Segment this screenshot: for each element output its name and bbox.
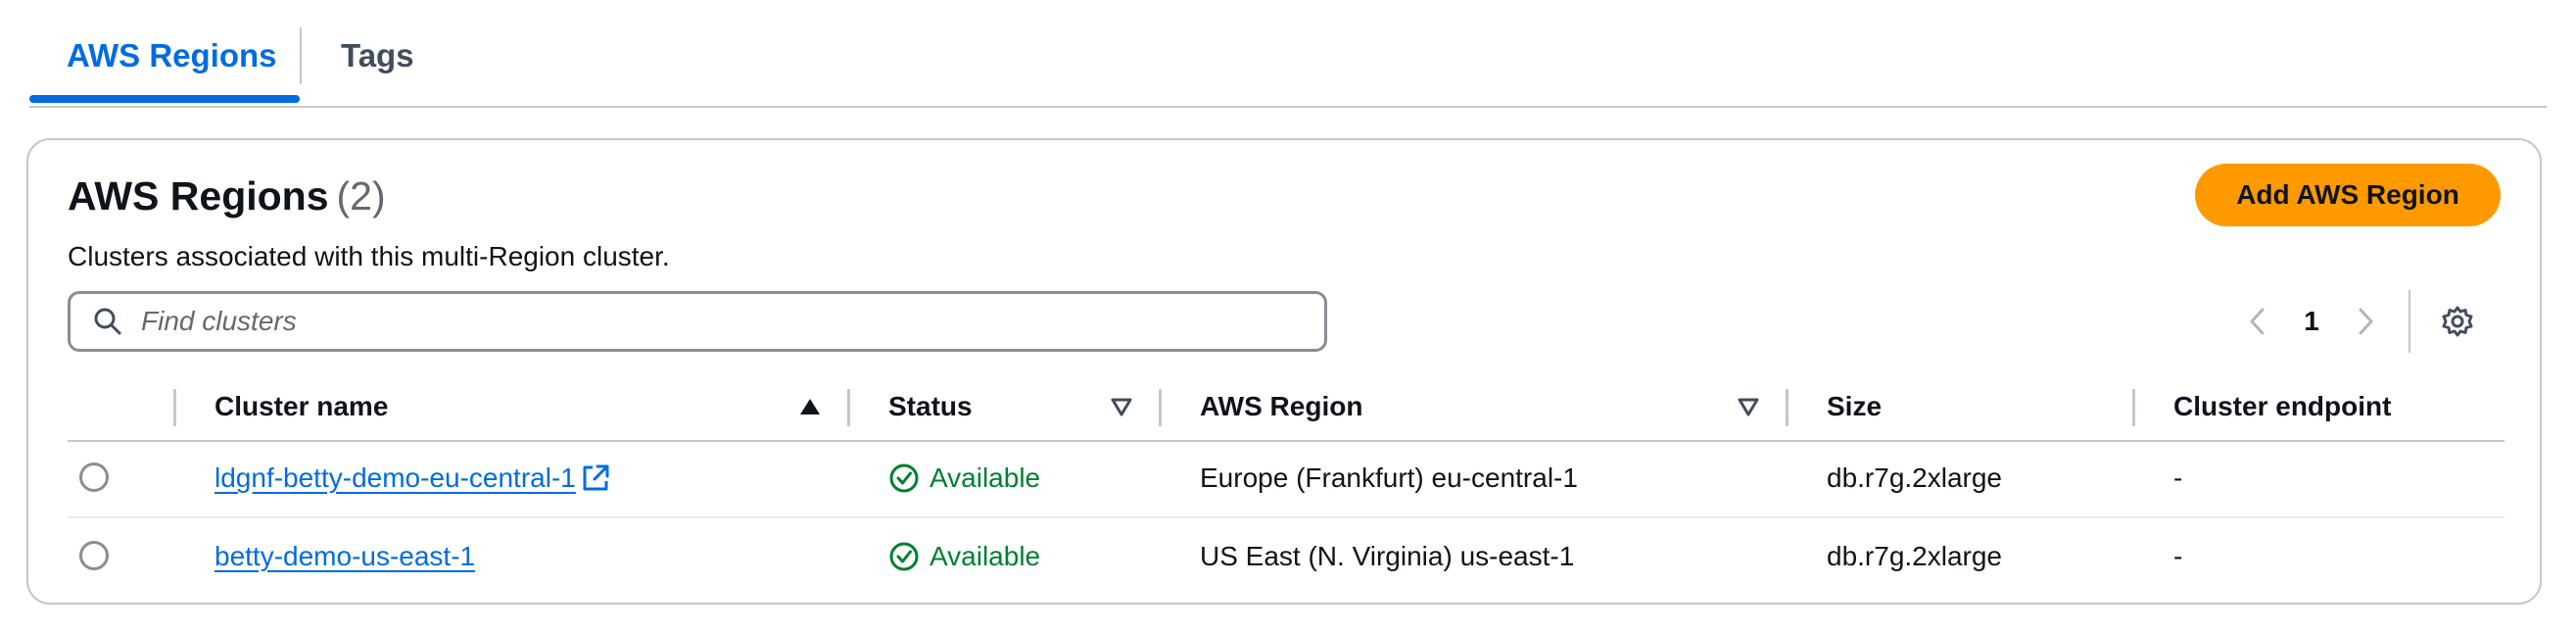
column-separator: [1786, 389, 1789, 426]
pagination: 1: [2234, 290, 2481, 353]
cluster-name-cell: betty-demo-us-east-1: [215, 518, 475, 595]
table-row: ldgnf-betty-demo-eu-central-1 Available …: [68, 440, 2504, 518]
sort-icon[interactable]: [1110, 395, 1133, 418]
table-row: betty-demo-us-east-1 Available US East (…: [68, 518, 2504, 595]
column-header-aws-region[interactable]: AWS Region: [1200, 373, 1362, 440]
next-page-button[interactable]: [2342, 298, 2389, 345]
search-input[interactable]: [139, 305, 1269, 338]
column-separator: [847, 389, 850, 426]
endpoint-cell: -: [2173, 541, 2183, 571]
check-circle-icon: [889, 463, 919, 493]
prev-page-button[interactable]: [2234, 298, 2281, 345]
region-cell: US East (N. Virginia) us-east-1: [1200, 541, 1575, 571]
cluster-name-link[interactable]: betty-demo-us-east-1: [215, 541, 475, 572]
title-text: AWS Regions: [68, 173, 329, 219]
status-cell: Available: [888, 440, 1040, 516]
status-text: Available: [930, 541, 1041, 571]
sort-icon[interactable]: [1737, 395, 1760, 418]
column-header-size[interactable]: Size: [1827, 373, 1882, 440]
table-header: Cluster name Status AWS Region Size Clus…: [68, 373, 2504, 442]
tab-active-indicator: [29, 95, 300, 103]
cluster-name-link[interactable]: ldgnf-betty-demo-eu-central-1: [215, 463, 576, 494]
column-separator: [2132, 389, 2135, 426]
cluster-name-cell: ldgnf-betty-demo-eu-central-1: [215, 440, 611, 516]
add-aws-region-button[interactable]: Add AWS Region: [2195, 164, 2501, 226]
row-select-radio[interactable]: [79, 463, 109, 492]
tab-divider: [300, 27, 302, 84]
sort-ascending-icon[interactable]: [798, 395, 822, 418]
regions-container: AWS Regions (2) Clusters associated with …: [26, 138, 2542, 605]
tab-bar: AWS Regions Tags: [29, 0, 2547, 108]
search-field[interactable]: [68, 291, 1327, 352]
tab-tags[interactable]: Tags: [341, 37, 414, 74]
row-select-radio[interactable]: [79, 541, 109, 570]
column-header-cluster-endpoint[interactable]: Cluster endpoint: [2173, 373, 2391, 440]
region-cell: Europe (Frankfurt) eu-central-1: [1200, 463, 1578, 493]
status-text: Available: [930, 463, 1041, 493]
size-cell: db.r7g.2xlarge: [1827, 541, 2003, 571]
gear-icon: [2442, 306, 2473, 337]
column-separator: [1159, 389, 1162, 426]
column-separator: [173, 389, 176, 426]
header-description: Clusters associated with this multi-Regi…: [68, 241, 670, 271]
external-link-icon[interactable]: [580, 463, 611, 494]
column-header-status[interactable]: Status: [888, 373, 973, 440]
title-count: (2): [336, 173, 386, 219]
current-page[interactable]: 1: [2281, 306, 2342, 337]
search-icon: [94, 308, 121, 335]
check-circle-icon: [889, 542, 919, 571]
pager-divider: [2409, 290, 2410, 353]
page-title: AWS Regions (2): [68, 173, 386, 219]
status-cell: Available: [888, 518, 1040, 595]
endpoint-cell: -: [2173, 463, 2183, 493]
chevron-left-icon: [2250, 308, 2265, 335]
preferences-button[interactable]: [2434, 298, 2481, 345]
column-header-cluster-name[interactable]: Cluster name: [215, 373, 388, 440]
chevron-right-icon: [2359, 308, 2373, 335]
size-cell: db.r7g.2xlarge: [1827, 463, 2003, 493]
tab-aws-regions[interactable]: AWS Regions: [67, 37, 277, 74]
